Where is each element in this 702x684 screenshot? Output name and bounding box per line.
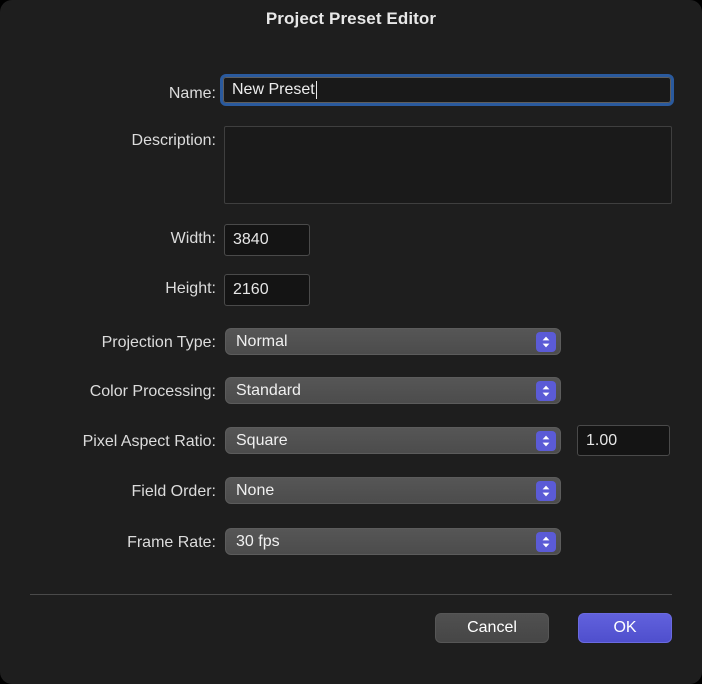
pixel-aspect-ratio-numeric-input[interactable]: 1.00 xyxy=(577,425,670,456)
ok-button[interactable]: OK xyxy=(578,613,672,643)
projection-type-label: Projection Type: xyxy=(0,328,216,358)
frame-rate-value: 30 fps xyxy=(236,533,280,551)
description-label: Description: xyxy=(0,126,216,156)
project-preset-editor-dialog: Project Preset Editor Name: New Preset D… xyxy=(0,0,702,684)
field-order-row: Field Order: None xyxy=(0,477,702,507)
name-input[interactable]: New Preset xyxy=(223,77,671,103)
width-input[interactable]: 3840 xyxy=(224,224,310,256)
frame-rate-label: Frame Rate: xyxy=(0,528,216,558)
chevron-up-down-icon xyxy=(536,481,556,501)
pixel-aspect-ratio-label: Pixel Aspect Ratio: xyxy=(0,427,216,457)
chevron-up-down-icon xyxy=(536,431,556,451)
chevron-up-down-icon xyxy=(536,332,556,352)
cancel-button[interactable]: Cancel xyxy=(435,613,549,643)
pixel-aspect-ratio-row: Pixel Aspect Ratio: Square 1.00 xyxy=(0,427,702,457)
frame-rate-row: Frame Rate: 30 fps xyxy=(0,528,702,558)
field-order-label: Field Order: xyxy=(0,477,216,507)
height-value: 2160 xyxy=(233,282,269,298)
width-row: Width: 3840 xyxy=(0,224,702,254)
dialog-title: Project Preset Editor xyxy=(0,9,702,29)
description-textarea[interactable] xyxy=(224,126,672,204)
projection-type-value: Normal xyxy=(236,333,288,351)
field-order-select[interactable]: None xyxy=(225,477,561,504)
color-processing-value: Standard xyxy=(236,382,301,400)
color-processing-label: Color Processing: xyxy=(0,377,216,407)
chevron-up-down-icon xyxy=(536,532,556,552)
projection-type-row: Projection Type: Normal xyxy=(0,328,702,358)
color-processing-select[interactable]: Standard xyxy=(225,377,561,404)
text-caret xyxy=(316,81,317,99)
name-label: Name: xyxy=(0,79,216,109)
color-processing-row: Color Processing: Standard xyxy=(0,377,702,407)
width-label: Width: xyxy=(0,224,216,254)
projection-type-select[interactable]: Normal xyxy=(225,328,561,355)
field-order-value: None xyxy=(236,482,274,500)
pixel-aspect-ratio-numeric-value: 1.00 xyxy=(586,433,617,449)
name-input-value: New Preset xyxy=(232,81,315,99)
pixel-aspect-ratio-select[interactable]: Square xyxy=(225,427,561,454)
description-row: Description: xyxy=(0,126,702,204)
height-row: Height: 2160 xyxy=(0,274,702,304)
frame-rate-select[interactable]: 30 fps xyxy=(225,528,561,555)
name-row: Name: New Preset xyxy=(0,79,702,109)
chevron-up-down-icon xyxy=(536,381,556,401)
width-value: 3840 xyxy=(233,232,269,248)
height-input[interactable]: 2160 xyxy=(224,274,310,306)
name-field-focus-ring: New Preset xyxy=(220,74,674,106)
height-label: Height: xyxy=(0,274,216,304)
footer-separator xyxy=(30,594,672,595)
pixel-aspect-ratio-value: Square xyxy=(236,432,288,450)
